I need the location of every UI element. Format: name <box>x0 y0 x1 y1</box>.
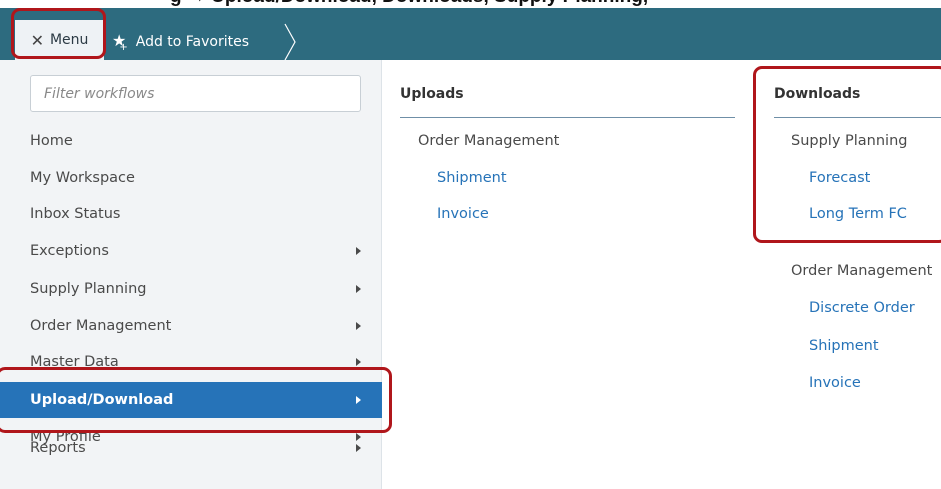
upload-link-shipment[interactable]: Shipment <box>437 170 507 186</box>
close-icon: ✕ <box>30 30 44 50</box>
download-link-invoice[interactable]: Invoice <box>809 375 861 391</box>
download-link-long-term-fc[interactable]: Long Term FC <box>809 206 907 222</box>
favorites-label: Add to Favorites <box>135 34 250 50</box>
caret-right-icon <box>356 396 361 404</box>
sidebar-item-label: Reports <box>30 440 86 456</box>
uploads-heading: Uploads <box>400 86 464 102</box>
caption-strip: g → Upload/Download, Downloads, Supply P… <box>0 0 941 8</box>
sidebar-item-label: Supply Planning <box>30 281 147 297</box>
download-link-forecast[interactable]: Forecast <box>809 170 870 186</box>
uploads-divider <box>400 117 735 118</box>
sidebar-item-label: Exceptions <box>30 243 109 259</box>
filter-workflows-input[interactable] <box>30 75 361 112</box>
downloads-divider <box>774 117 941 118</box>
sidebar-item-label: My Workspace <box>30 170 135 186</box>
sidebar-item-supply-planning[interactable]: Supply Planning <box>0 271 382 307</box>
top-bar: ✕ Menu ★+ Add to Favorites <box>0 8 941 61</box>
sidebar-item-inbox-status[interactable]: Inbox Status <box>0 196 382 232</box>
sidebar-item-label: Master Data <box>30 354 119 370</box>
sidebar-item-reports[interactable]: Reports <box>0 430 382 466</box>
uploads-group-order-management: Order Management <box>418 133 560 149</box>
sidebar-item-label: Inbox Status <box>30 206 121 222</box>
downloads-heading: Downloads <box>774 86 861 102</box>
star-plus-icon: ★+ <box>112 31 128 53</box>
upload-download-panel: Uploads Order Management Shipment Invoic… <box>382 60 941 489</box>
sidebar-item-master-data[interactable]: Master Data <box>0 344 382 380</box>
download-link-shipment[interactable]: Shipment <box>809 338 879 354</box>
menu-button[interactable]: ✕ Menu <box>15 20 104 60</box>
downloads-group-supply-planning: Supply Planning <box>791 133 908 149</box>
menu-label: Menu <box>49 32 89 48</box>
sidebar-item-my-workspace[interactable]: My Workspace <box>0 160 382 196</box>
downloads-group-order-management: Order Management <box>791 263 933 279</box>
download-link-discrete-order[interactable]: Discrete Order <box>809 300 915 316</box>
upload-link-invoice[interactable]: Invoice <box>437 206 489 222</box>
sidebar-item-home[interactable]: Home <box>0 123 382 159</box>
caret-right-icon <box>356 322 361 330</box>
sidebar-item-label: Home <box>30 133 73 149</box>
sidebar-item-order-management[interactable]: Order Management <box>0 308 382 344</box>
caret-right-icon <box>356 358 361 366</box>
sidebar-item-label: Upload/Download <box>30 392 174 408</box>
sidebar-item-label: Order Management <box>30 318 172 334</box>
caption-text: g → Upload/Download, Downloads, Supply P… <box>170 0 648 8</box>
sidebar-item-exceptions[interactable]: Exceptions <box>0 233 382 269</box>
caret-right-icon <box>356 444 361 452</box>
sidebar-item-upload-download[interactable]: Upload/Download <box>0 382 382 418</box>
sidebar: Home My Workspace Inbox Status Exception… <box>0 60 382 489</box>
caret-right-icon <box>356 285 361 293</box>
caret-right-icon <box>356 247 361 255</box>
